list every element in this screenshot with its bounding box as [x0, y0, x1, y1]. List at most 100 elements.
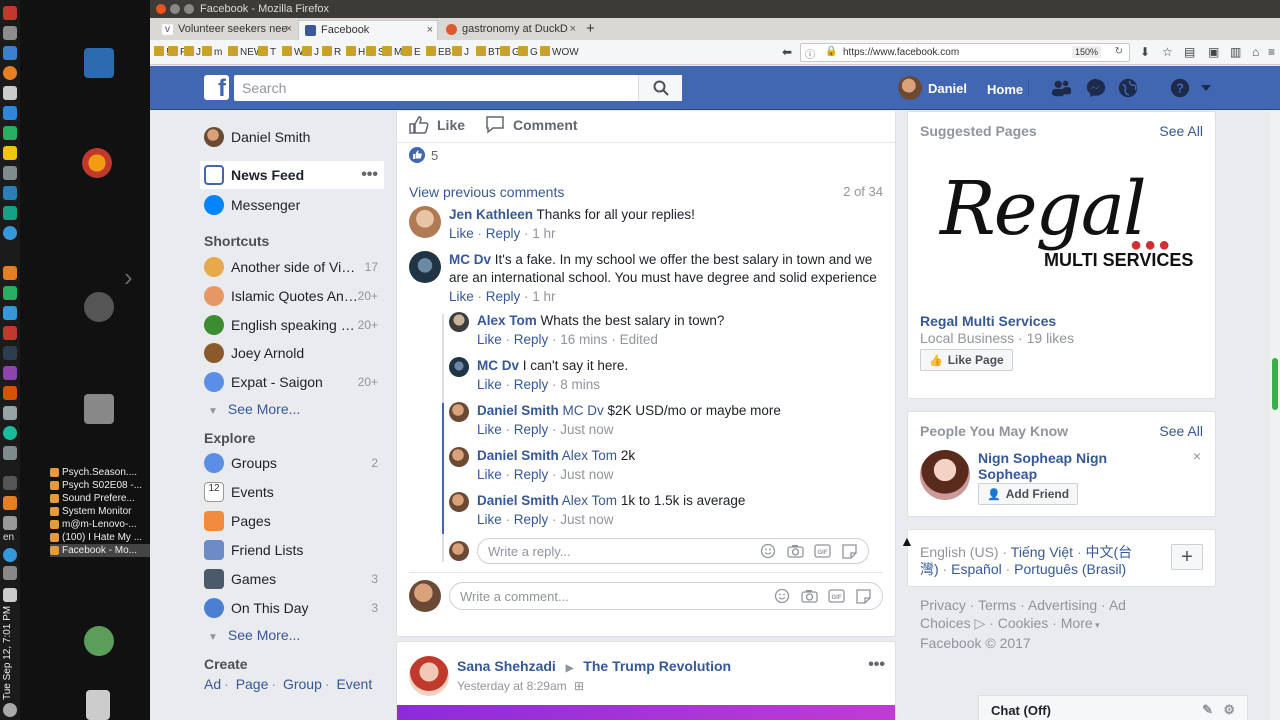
friend-requests-icon[interactable]: [1050, 77, 1072, 99]
suggested-pages-see-all[interactable]: See All: [1159, 123, 1203, 139]
camera-icon[interactable]: [787, 543, 804, 559]
shortcut-item[interactable]: Joey Arnold: [200, 339, 384, 367]
create-page-link[interactable]: Page: [236, 676, 269, 692]
library-icon[interactable]: ▤: [1184, 45, 1195, 59]
camera-icon[interactable]: [801, 588, 818, 604]
app-icon[interactable]: [3, 326, 17, 340]
avatar[interactable]: [449, 312, 469, 332]
shortcut-item[interactable]: Islamic Quotes And... 20+: [200, 282, 384, 310]
document-icon[interactable]: [84, 48, 114, 78]
bookmark-item[interactable]: R: [322, 46, 341, 58]
like-button[interactable]: Like: [409, 116, 465, 134]
comment-time[interactable]: 1 hr: [532, 226, 555, 241]
explore-groups[interactable]: Groups 2: [200, 449, 384, 477]
app-icon[interactable]: [3, 46, 17, 60]
reply-reply-link[interactable]: Reply: [514, 512, 549, 527]
home-link[interactable]: Home: [987, 82, 1023, 97]
explore-friend-lists[interactable]: Friend Lists: [200, 536, 384, 564]
new-message-icon[interactable]: ✎: [1202, 702, 1213, 718]
bookmark-item[interactable]: G: [500, 46, 520, 58]
page-cover-image[interactable]: Regal ●●● MULTI SERVICES: [920, 152, 1204, 302]
comment-time[interactable]: 1 hr: [532, 289, 555, 304]
gif-icon[interactable]: GIF: [828, 588, 845, 604]
bookmark-item[interactable]: m: [202, 46, 222, 58]
reply-author[interactable]: Daniel Smith: [477, 493, 559, 508]
emoji-icon[interactable]: [774, 588, 791, 604]
create-event-link[interactable]: Event: [336, 676, 372, 692]
taskbar-item[interactable]: Psych S02E08 -...: [50, 479, 150, 492]
post-author[interactable]: Sana Shehzadi: [457, 658, 556, 674]
url-text[interactable]: https://www.facebook.com: [843, 47, 959, 58]
language-link[interactable]: Español: [951, 561, 1002, 577]
taskbar-item[interactable]: Psych.Season....: [50, 466, 150, 479]
reply-input[interactable]: Write a reply... GIF: [477, 538, 869, 564]
avatar[interactable]: [449, 492, 469, 512]
minimize-window-button[interactable]: [170, 4, 180, 14]
app-icon[interactable]: [3, 206, 17, 220]
bluetooth-icon[interactable]: [3, 476, 17, 490]
avatar[interactable]: [920, 450, 970, 500]
download-icon[interactable]: ⬇: [1140, 45, 1150, 59]
reload-icon[interactable]: ↻: [1115, 46, 1123, 57]
explore-games[interactable]: Games 3: [200, 565, 384, 593]
avatar[interactable]: [449, 402, 469, 422]
post-target-group[interactable]: The Trump Revolution: [583, 658, 731, 674]
bookmark-item[interactable]: G: [518, 46, 538, 58]
explore-see-more[interactable]: ▼ See More...: [208, 627, 300, 643]
notifications-globe-icon[interactable]: [1117, 77, 1139, 99]
bookmark-item[interactable]: H: [346, 46, 365, 58]
reply-reply-link[interactable]: Reply: [514, 332, 549, 347]
post-time[interactable]: Yesterday at 8:29am: [457, 679, 567, 693]
chat-bar[interactable]: Chat (Off) ✎ ⚙: [978, 695, 1248, 720]
avatar[interactable]: [409, 656, 449, 696]
close-tab-icon[interactable]: ×: [286, 23, 292, 35]
maximize-window-button[interactable]: [184, 4, 194, 14]
reply-time[interactable]: 16 mins: [560, 332, 607, 347]
taskbar-item[interactable]: Facebook - Mo...: [50, 544, 150, 557]
avatar[interactable]: [409, 251, 441, 283]
reply-time[interactable]: Just now: [560, 512, 613, 527]
view-previous-comments-link[interactable]: View previous comments: [409, 184, 564, 200]
app-icon[interactable]: [3, 446, 17, 460]
app-icon[interactable]: [3, 146, 17, 160]
app-icon[interactable]: [3, 166, 17, 180]
bookmark-item[interactable]: !: [154, 46, 169, 58]
comment-like-link[interactable]: Like: [449, 226, 474, 241]
reply-time[interactable]: Just now: [560, 422, 613, 437]
archive-icon[interactable]: [84, 394, 114, 424]
app-icon[interactable]: [3, 106, 17, 120]
reply-author[interactable]: Alex Tom: [477, 313, 537, 328]
app-icon[interactable]: [3, 126, 17, 140]
emoji-icon[interactable]: [760, 543, 777, 559]
more-options-icon[interactable]: •••: [361, 166, 378, 184]
ad-choices-icon[interactable]: ▷: [971, 615, 985, 631]
reply-like-link[interactable]: Like: [477, 467, 502, 482]
create-group-link[interactable]: Group: [283, 676, 322, 692]
tab-duckduckgo[interactable]: gastronomy at DuckD ×: [440, 20, 580, 40]
system-clock[interactable]: Tue Sep 12, 7:01 PM: [2, 600, 18, 700]
comment-button[interactable]: Comment: [485, 116, 578, 134]
bookmark-item[interactable]: WOW: [540, 46, 579, 58]
vlc-icon[interactable]: [3, 496, 17, 510]
nav-news-feed[interactable]: News Feed •••: [200, 161, 384, 189]
help-icon[interactable]: ?: [1169, 77, 1191, 99]
shortcut-item[interactable]: Another side of Viet... 17: [200, 253, 384, 281]
post-options-icon[interactable]: •••: [868, 656, 885, 674]
comment-reply-link[interactable]: Reply: [486, 226, 521, 241]
site-info-icon[interactable]: ⓘ: [805, 46, 815, 61]
app-icon[interactable]: [3, 286, 17, 300]
reply-reply-link[interactable]: Reply: [514, 377, 549, 392]
volume-icon[interactable]: [3, 566, 17, 580]
add-language-button[interactable]: +: [1171, 544, 1203, 570]
app-icon[interactable]: [3, 266, 17, 280]
page-scrollbar[interactable]: [1270, 111, 1280, 720]
home-icon[interactable]: ⌂: [1252, 45, 1259, 59]
search-button[interactable]: [638, 75, 682, 101]
app-icon[interactable]: [3, 226, 17, 240]
profile-link[interactable]: Daniel: [898, 76, 967, 100]
audience-icon[interactable]: ⊞: [574, 679, 584, 693]
bookmark-item[interactable]: J: [302, 46, 319, 58]
app-icon[interactable]: [3, 426, 17, 440]
gear-icon[interactable]: ⚙: [1223, 702, 1235, 718]
shortcut-item[interactable]: Expat - Saigon 20+: [200, 368, 384, 396]
